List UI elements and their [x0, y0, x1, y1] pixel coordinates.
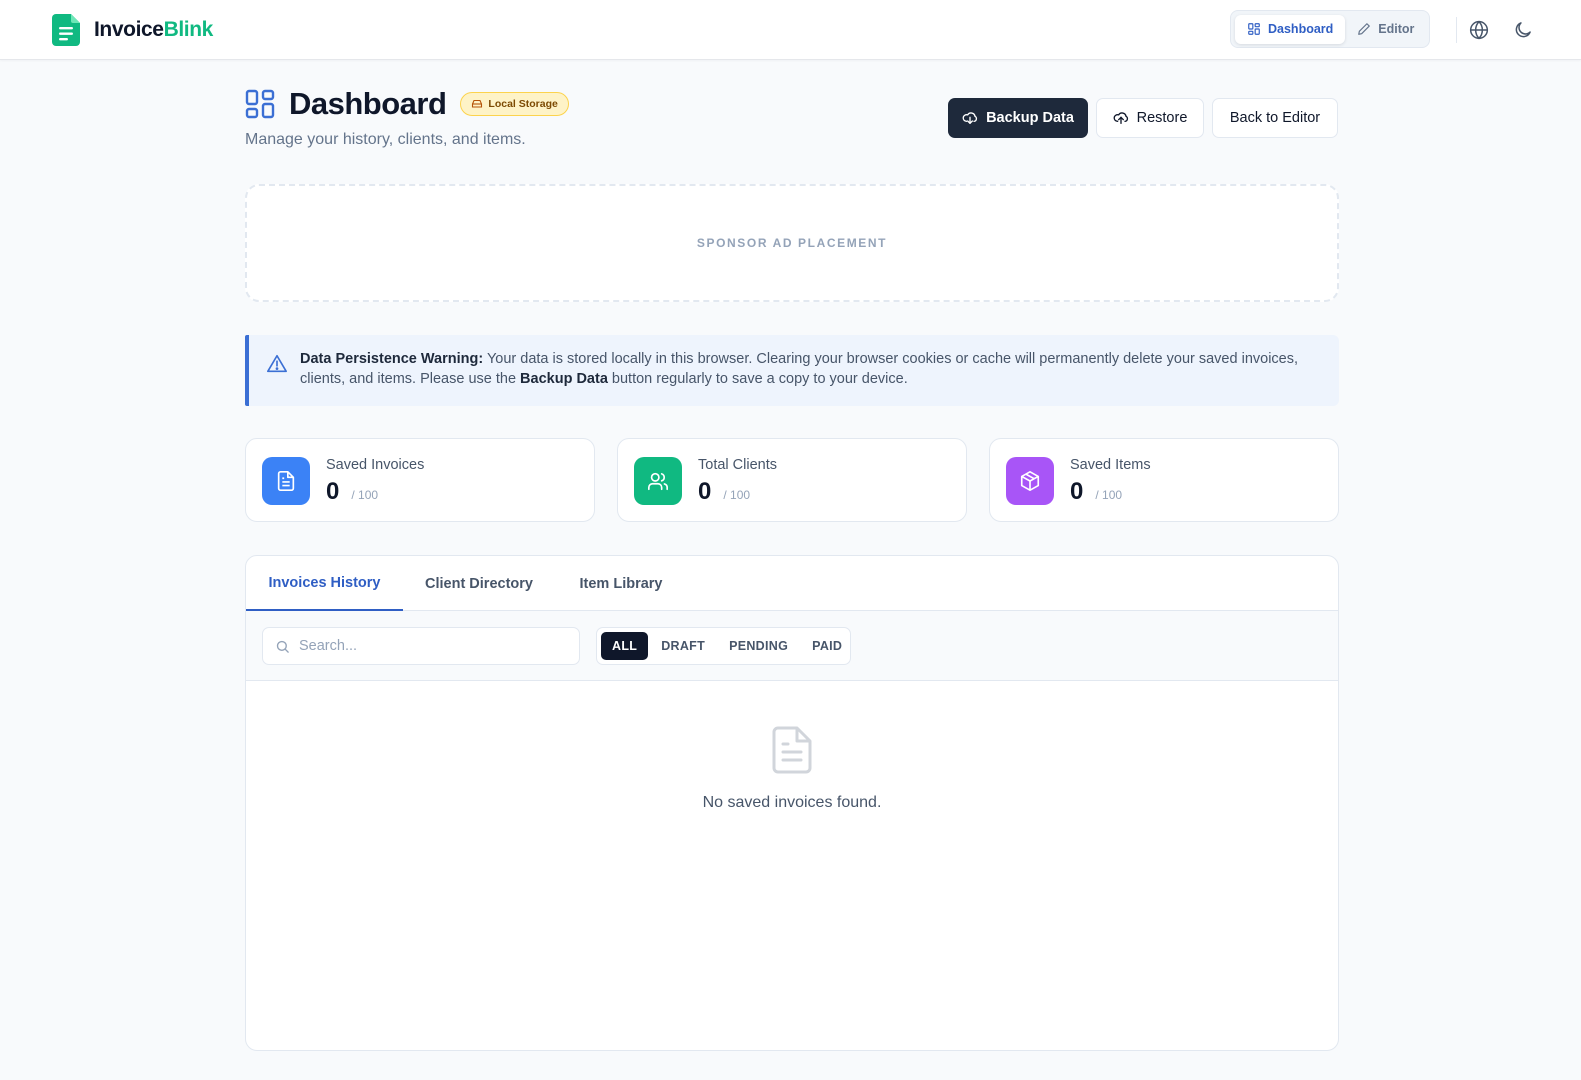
- sponsor-ad-placement: SPONSOR AD PLACEMENT: [245, 184, 1339, 302]
- nav-dashboard-label: Dashboard: [1268, 22, 1334, 36]
- tab-bar: Invoices History Client Directory Item L…: [246, 556, 1338, 611]
- stat-value-row: 0 / 100: [698, 478, 750, 506]
- warning-title: Data Persistence Warning:: [300, 351, 484, 367]
- stat-card-saved-items: Saved Items 0 / 100: [989, 438, 1339, 522]
- invoice-logo-icon: [52, 14, 80, 46]
- language-button[interactable]: [1466, 17, 1492, 43]
- file-text-icon: [772, 726, 812, 774]
- brand-name-part1: Invoice: [94, 18, 164, 41]
- filter-pending[interactable]: PENDING: [718, 632, 799, 660]
- status-filter-group: ALL DRAFT PENDING PAID: [596, 627, 851, 665]
- top-header: InvoiceBlink Dashboard Editor: [0, 0, 1581, 60]
- backup-data-label: Backup Data: [986, 110, 1074, 126]
- layout-grid-icon: [1248, 23, 1260, 35]
- storage-badge: Local Storage: [460, 92, 569, 116]
- tab-client-directory[interactable]: Client Directory: [403, 556, 555, 611]
- restore-label: Restore: [1136, 110, 1188, 126]
- warning-text: Data Persistence Warning: Your data is s…: [300, 349, 1315, 389]
- ad-label: SPONSOR AD PLACEMENT: [696, 236, 888, 250]
- brand-name-part2: Blink: [163, 18, 214, 41]
- file-text-icon: [277, 471, 295, 491]
- back-to-editor-label: Back to Editor: [1229, 110, 1321, 126]
- nav-editor-label: Editor: [1378, 22, 1415, 36]
- tab-invoices-history[interactable]: Invoices History: [246, 556, 403, 611]
- stat-icon-badge: [262, 457, 310, 505]
- stat-value: 0: [326, 478, 340, 505]
- hard-drive-icon: [472, 99, 483, 108]
- empty-state: No saved invoices found.: [246, 726, 1338, 812]
- storage-badge-label: Local Storage: [488, 98, 558, 110]
- stat-value: 0: [1070, 478, 1084, 505]
- moon-icon: [1515, 22, 1531, 38]
- package-icon: [1020, 471, 1040, 491]
- brand-name: InvoiceBlink: [94, 18, 213, 42]
- backup-data-button[interactable]: Backup Data: [948, 98, 1088, 138]
- globe-icon: [1469, 20, 1489, 40]
- layout-grid-icon: [245, 89, 275, 119]
- filter-all[interactable]: ALL: [601, 632, 649, 660]
- nav-editor-button[interactable]: Editor: [1345, 15, 1426, 44]
- stat-max: / 100: [351, 488, 379, 502]
- cloud-upload-icon: [1113, 112, 1128, 124]
- page-title: Dashboard: [289, 86, 447, 121]
- search-input[interactable]: [299, 638, 559, 654]
- stat-value-row: 0 / 100: [326, 478, 378, 506]
- warning-backup-link: Backup Data: [520, 371, 608, 387]
- stat-icon-badge: [1006, 457, 1054, 505]
- warning-body-2: button regularly to save a copy to your …: [607, 371, 908, 387]
- search-box[interactable]: [262, 627, 580, 665]
- search-icon: [276, 640, 289, 653]
- users-icon: [648, 472, 668, 491]
- restore-button[interactable]: Restore: [1096, 98, 1204, 138]
- stat-icon-badge: [634, 457, 682, 505]
- stat-max: / 100: [723, 488, 751, 502]
- nav-dashboard-button[interactable]: Dashboard: [1235, 14, 1346, 44]
- filter-draft[interactable]: DRAFT: [650, 632, 716, 660]
- stat-label: Saved Items: [1070, 457, 1151, 473]
- header-divider: [1456, 17, 1457, 43]
- filter-toolbar: ALL DRAFT PENDING PAID: [246, 611, 1338, 681]
- history-panel: Invoices History Client Directory Item L…: [245, 555, 1339, 1051]
- stat-card-total-clients: Total Clients 0 / 100: [617, 438, 967, 522]
- page-subtitle: Manage your history, clients, and items.: [245, 131, 526, 148]
- stat-card-saved-invoices: Saved Invoices 0 / 100: [245, 438, 595, 522]
- pencil-icon: [1358, 23, 1371, 35]
- stat-label: Total Clients: [698, 457, 777, 473]
- back-to-editor-button[interactable]: Back to Editor: [1212, 98, 1338, 138]
- stat-value: 0: [698, 478, 712, 505]
- data-persistence-warning: Data Persistence Warning: Your data is s…: [245, 335, 1339, 406]
- cloud-download-icon: [962, 112, 978, 124]
- alert-triangle-icon: [267, 354, 287, 373]
- stat-max: / 100: [1095, 488, 1123, 502]
- empty-state-text: No saved invoices found.: [702, 794, 882, 811]
- page-title-row: Dashboard Local Storage: [245, 86, 569, 122]
- theme-toggle-button[interactable]: [1510, 17, 1536, 43]
- stat-label: Saved Invoices: [326, 457, 425, 473]
- stat-value-row: 0 / 100: [1070, 478, 1122, 506]
- filter-paid[interactable]: PAID: [801, 632, 853, 660]
- brand[interactable]: InvoiceBlink: [52, 13, 213, 47]
- view-switcher: Dashboard Editor: [1230, 10, 1430, 48]
- tab-item-library[interactable]: Item Library: [555, 556, 687, 611]
